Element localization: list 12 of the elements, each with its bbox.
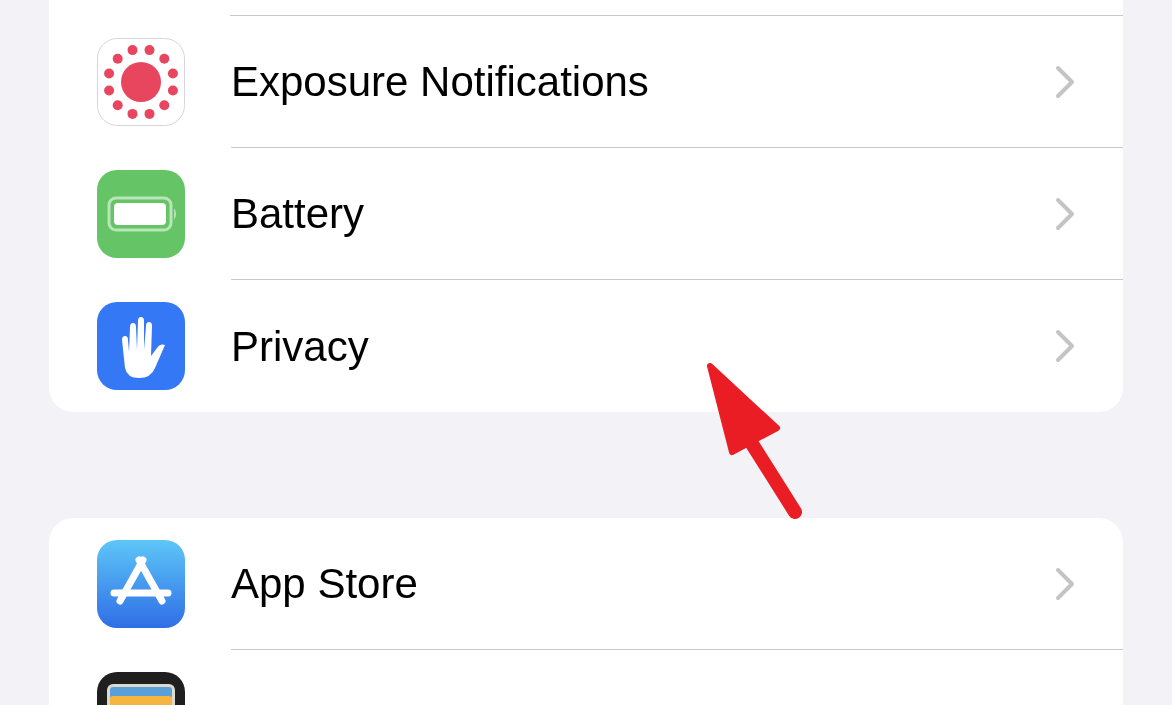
battery-icon [97, 170, 185, 258]
chevron-icon [1055, 329, 1075, 363]
settings-row[interactable]: Battery [49, 148, 1123, 280]
settings-row[interactable]: Exposure Notifications [49, 16, 1123, 148]
hand-icon [97, 302, 185, 390]
app-store-icon [97, 540, 185, 628]
chevron-icon [1055, 566, 1075, 601]
settings-row[interactable]: Privacy [49, 280, 1123, 412]
chevron-icon [1055, 196, 1075, 231]
chevron-icon [1055, 64, 1075, 99]
settings-row[interactable]: App Store [49, 518, 1123, 650]
exposure-icon [97, 38, 185, 126]
